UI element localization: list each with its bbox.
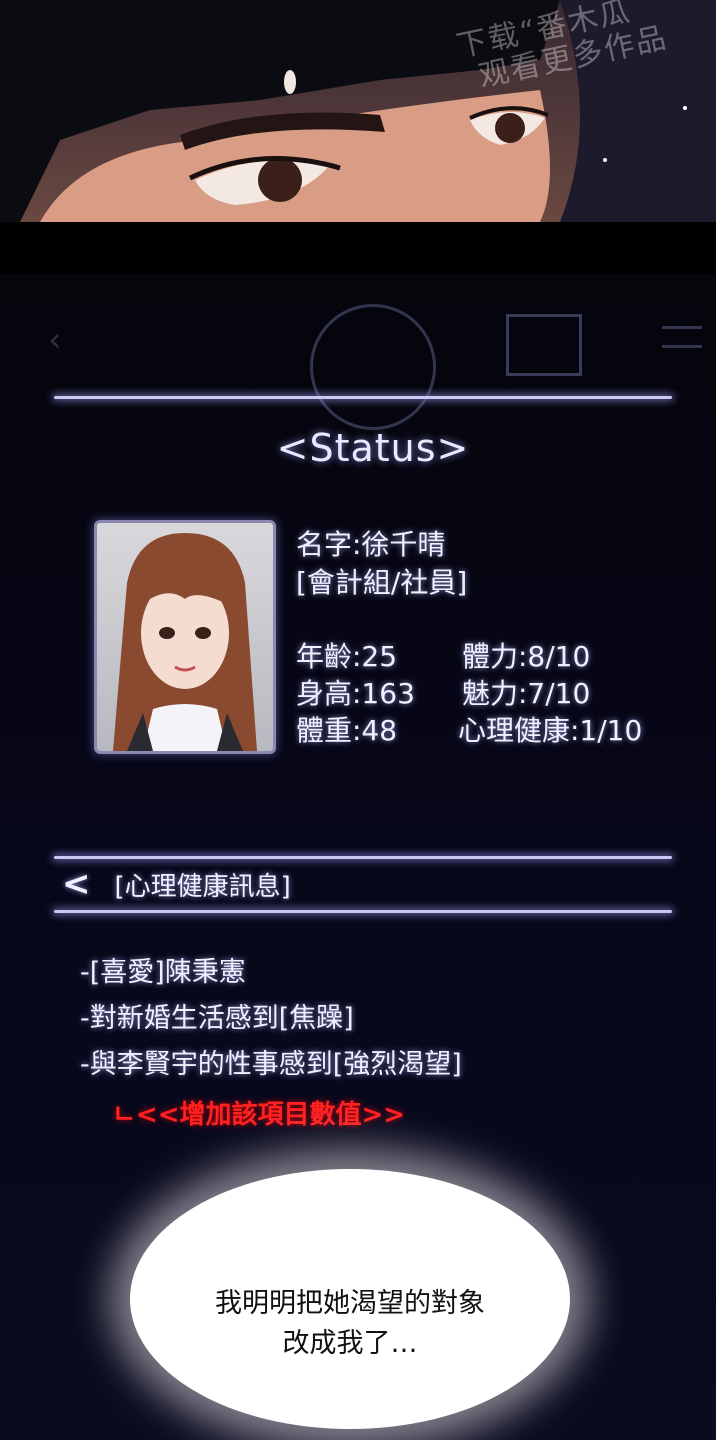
checklist-icon[interactable] — [506, 314, 582, 376]
increase-value-action[interactable]: ㄴ<<增加該項目數值>> — [112, 1094, 405, 1131]
info-department: [會計組/社員] — [296, 566, 468, 599]
speech-line-1: 我明明把她渴望的對象 — [215, 1288, 485, 1319]
info-weight: 體重:48 — [296, 714, 398, 747]
info-mental-health: 心理健康:1/10 — [458, 714, 643, 747]
status-title: <Status> — [276, 426, 470, 470]
divider-section-bottom — [54, 910, 672, 913]
profile-circle-icon[interactable] — [310, 304, 436, 430]
list-item: -[喜愛]陳秉憲 — [80, 957, 246, 988]
list-item: -與李賢宇的性事感到[強烈渴望] — [80, 1049, 462, 1080]
panel-gutter — [0, 222, 716, 274]
list-item: -對新婚生活感到[焦躁] — [80, 1003, 354, 1034]
info-age: 年齡:25 — [296, 640, 398, 673]
info-stamina: 體力:8/10 — [462, 640, 591, 673]
menu-icon[interactable] — [662, 326, 702, 348]
info-charm: 魅力:7/10 — [462, 677, 591, 710]
divider-section-top — [54, 856, 672, 859]
comic-panel-face: 下载“番木瓜 观看更多作品 — [0, 0, 716, 222]
divider-top — [54, 396, 672, 399]
section-title: [心理健康訊息] — [114, 871, 291, 902]
speech-line-2: 改成我了… — [282, 1328, 418, 1359]
status-screen: ‹ <Status> 名字:徐千晴 [會計組/社員] 年齡:25 身高:163 … — [0, 274, 716, 1440]
info-name: 名字:徐千晴 — [296, 528, 446, 561]
character-portrait — [94, 520, 276, 754]
back-chevron-icon[interactable]: ‹ — [48, 320, 62, 360]
section-header[interactable]: < [心理健康訊息] — [62, 864, 291, 904]
chevron-left-icon[interactable]: < — [62, 864, 91, 904]
speech-bubble-text: 我明明把她渴望的對象 改成我了… — [130, 1284, 570, 1364]
info-height: 身高:163 — [296, 677, 415, 710]
